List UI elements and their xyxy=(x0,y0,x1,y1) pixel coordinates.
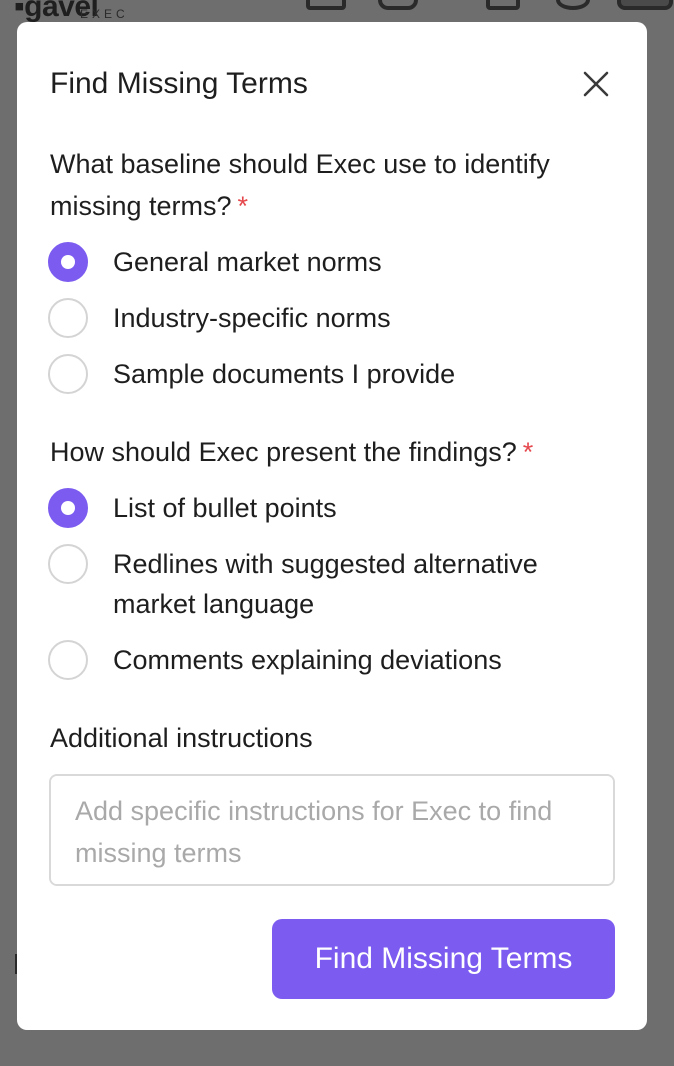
user-menu-button xyxy=(617,0,673,10)
app-logo-subtext: EXEC xyxy=(80,7,129,21)
radio-general-market-norms[interactable] xyxy=(48,242,88,282)
inbox-icon xyxy=(486,0,520,10)
find-missing-terms-dialog: Find Missing Terms What baseline should … xyxy=(17,22,647,1030)
radio-comments[interactable] xyxy=(48,640,88,680)
option-general-market-norms[interactable]: General market norms xyxy=(48,242,593,282)
option-industry-specific-norms[interactable]: Industry-specific norms xyxy=(48,298,593,338)
find-missing-terms-button[interactable]: Find Missing Terms xyxy=(272,919,615,999)
option-bullet-points[interactable]: List of bullet points xyxy=(48,488,593,528)
additional-instructions-input[interactable] xyxy=(49,774,615,886)
presentation-question-label: How should Exec present the findings? * xyxy=(50,431,620,473)
option-redlines[interactable]: Redlines with suggested alternative mark… xyxy=(48,544,593,624)
option-label: Redlines with suggested alternative mark… xyxy=(113,549,538,619)
background-app-header: ▪gavel EXEC xyxy=(0,0,674,23)
option-label: List of bullet points xyxy=(113,493,337,523)
presentation-question-text: How should Exec present the findings? xyxy=(50,437,517,467)
chat-icon xyxy=(378,0,418,10)
gear-icon xyxy=(556,0,590,10)
option-sample-documents[interactable]: Sample documents I provide xyxy=(48,354,593,394)
radio-redlines[interactable] xyxy=(48,544,88,584)
option-label: Industry-specific norms xyxy=(113,303,391,333)
option-label: Comments explaining deviations xyxy=(113,645,502,675)
close-button[interactable] xyxy=(582,70,610,98)
required-marker: * xyxy=(522,437,534,467)
required-marker: * xyxy=(237,191,249,221)
dialog-title: Find Missing Terms xyxy=(50,67,308,100)
option-comments[interactable]: Comments explaining deviations xyxy=(48,640,593,680)
baseline-question-label: What baseline should Exec use to identif… xyxy=(50,143,620,227)
close-icon xyxy=(583,71,609,97)
baseline-question-text: What baseline should Exec use to identif… xyxy=(50,149,550,221)
additional-instructions-label: Additional instructions xyxy=(50,723,313,753)
document-icon xyxy=(306,0,346,10)
radio-bullet-points[interactable] xyxy=(48,488,88,528)
radio-industry-specific-norms[interactable] xyxy=(48,298,88,338)
radio-sample-documents[interactable] xyxy=(48,354,88,394)
option-label: General market norms xyxy=(113,247,382,277)
option-label: Sample documents I provide xyxy=(113,359,456,389)
